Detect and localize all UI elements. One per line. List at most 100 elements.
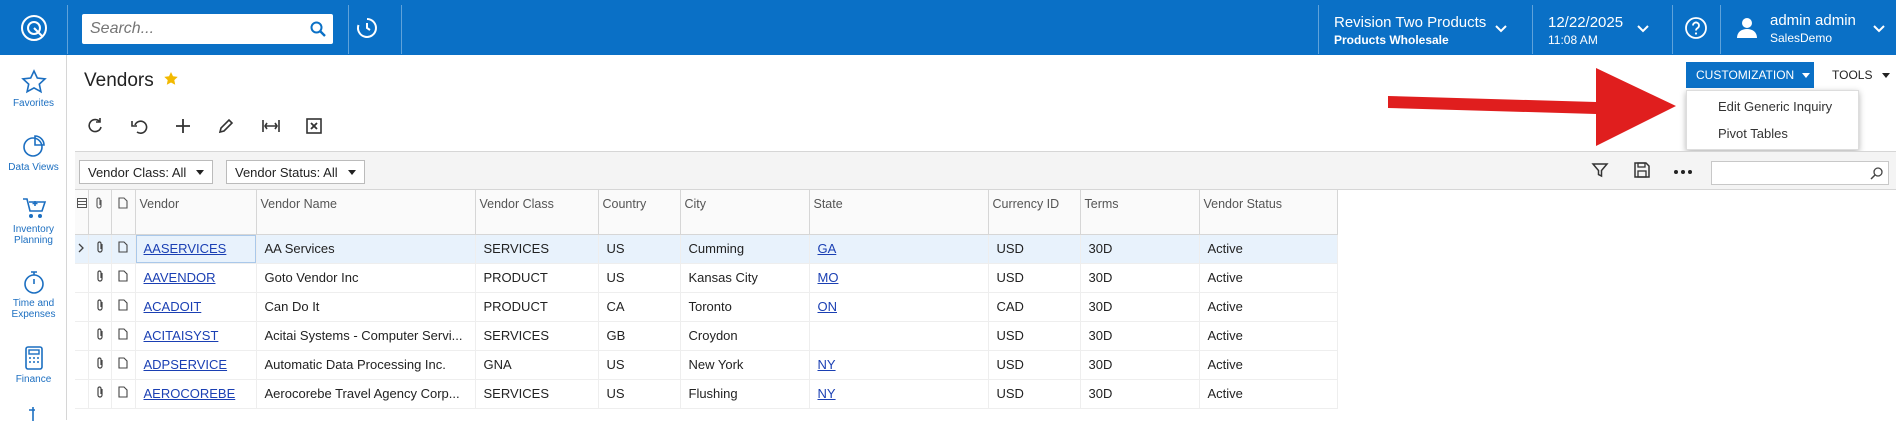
column-header-vendor-status[interactable]: Vendor Status xyxy=(1199,190,1338,235)
search-box[interactable] xyxy=(82,14,333,44)
vendor-status-filter[interactable]: Vendor Status: All xyxy=(226,160,365,184)
column-header-city[interactable]: City xyxy=(680,190,810,235)
user-avatar-icon[interactable] xyxy=(1736,16,1758,38)
row-note[interactable] xyxy=(111,263,136,293)
paperclip-icon xyxy=(96,386,103,398)
state-link[interactable]: NY xyxy=(818,357,836,372)
table-row[interactable]: ACADOIT Can Do It PRODUCT CA Toronto ON CAD 30D… xyxy=(75,292,1338,322)
row-indicator[interactable] xyxy=(75,379,89,409)
state-link[interactable]: NY xyxy=(818,386,836,401)
table-cell[interactable]: GA xyxy=(809,234,989,264)
column-header-currency-id[interactable]: Currency ID xyxy=(988,190,1081,235)
table-row[interactable]: ACITAISYST Acitai Systems - Computer Serv… xyxy=(75,321,1338,351)
note-icon xyxy=(118,270,128,282)
row-attachment[interactable] xyxy=(88,234,112,264)
history-button[interactable] xyxy=(349,10,385,46)
row-select-header[interactable] xyxy=(75,190,89,235)
column-header-terms[interactable]: Terms xyxy=(1080,190,1200,235)
table-cell[interactable]: MO xyxy=(809,263,989,293)
table-cell: Kansas City xyxy=(680,263,810,293)
column-header-country[interactable]: Country xyxy=(598,190,681,235)
chevron-down-icon[interactable] xyxy=(1872,24,1886,34)
vendor-id-link[interactable]: AAVENDOR xyxy=(144,270,216,285)
row-note[interactable] xyxy=(111,292,136,322)
chevron-right-icon xyxy=(78,243,85,253)
table-cell[interactable]: AAVENDOR xyxy=(135,263,257,293)
export-excel-button[interactable] xyxy=(302,114,326,138)
row-indicator[interactable] xyxy=(75,263,89,293)
vendor-id-link[interactable]: AASERVICES xyxy=(144,241,227,256)
vendor-class-filter[interactable]: Vendor Class: All xyxy=(79,160,214,184)
edit-button[interactable] xyxy=(214,114,238,138)
user-menu[interactable]: admin admin SalesDemo xyxy=(1770,12,1856,45)
menu-item-edit-generic-inquiry[interactable]: Edit Generic Inquiry xyxy=(1718,99,1832,114)
row-note[interactable] xyxy=(111,234,136,264)
help-button[interactable] xyxy=(1684,16,1708,45)
tools-button[interactable]: TOOLS xyxy=(1832,68,1890,82)
star-icon xyxy=(20,69,47,94)
customization-button[interactable]: CUSTOMIZATION xyxy=(1686,62,1814,88)
column-header-vendor-class[interactable]: Vendor Class xyxy=(475,190,599,235)
row-attachment[interactable] xyxy=(88,321,112,351)
table-cell[interactable]: ADPSERVICE xyxy=(135,350,257,380)
vendor-id-link[interactable]: AEROCOREBE xyxy=(144,386,236,401)
chevron-down-icon[interactable] xyxy=(1636,24,1650,34)
vendor-id-link[interactable]: ACITAISYST xyxy=(144,328,219,343)
row-attachment[interactable] xyxy=(88,379,112,409)
vendor-id-link[interactable]: ADPSERVICE xyxy=(144,357,228,372)
save-icon[interactable] xyxy=(1633,161,1651,179)
table-row[interactable]: AEROCOREBE Aerocorebe Travel Agency Corp.… xyxy=(75,379,1338,409)
row-note[interactable] xyxy=(111,321,136,351)
row-attachment[interactable] xyxy=(88,263,112,293)
business-date[interactable]: 12/22/2025 11:08 AM xyxy=(1548,14,1623,47)
table-cell[interactable] xyxy=(809,321,989,351)
more-modules-icon[interactable] xyxy=(20,407,46,421)
search-input[interactable] xyxy=(90,20,300,38)
row-indicator[interactable] xyxy=(75,350,89,380)
table-cell[interactable]: AASERVICES xyxy=(135,234,257,264)
menu-item-pivot-tables[interactable]: Pivot Tables xyxy=(1718,126,1788,141)
table-cell[interactable]: AEROCOREBE xyxy=(135,379,257,409)
company-selector[interactable]: Revision Two Products Products Wholesale xyxy=(1334,14,1486,47)
add-button[interactable] xyxy=(171,114,195,138)
fit-columns-button[interactable] xyxy=(259,114,283,138)
filter-icon[interactable] xyxy=(1591,161,1609,179)
favorite-star-icon[interactable] xyxy=(163,71,179,87)
row-indicator[interactable] xyxy=(75,234,89,264)
table-cell[interactable]: NY xyxy=(809,379,989,409)
more-options-icon[interactable] xyxy=(1673,168,1693,176)
sidebar-item-finance[interactable]: Finance xyxy=(0,345,67,385)
sidebar-item-favorites[interactable]: Favorites xyxy=(0,69,67,109)
logo[interactable] xyxy=(0,0,67,55)
table-row[interactable]: AASERVICES AA Services SERVICES US Cumming GA… xyxy=(75,234,1338,264)
column-header-state[interactable]: State xyxy=(809,190,989,235)
row-attachment[interactable] xyxy=(88,350,112,380)
column-header-vendor-name[interactable]: Vendor Name xyxy=(256,190,476,235)
state-link[interactable]: ON xyxy=(818,299,838,314)
refresh-button[interactable] xyxy=(83,114,107,138)
vendor-id-link[interactable]: ACADOIT xyxy=(144,299,202,314)
table-cell[interactable]: ACADOIT xyxy=(135,292,257,322)
table-cell[interactable]: ACITAISYST xyxy=(135,321,257,351)
state-link[interactable]: GA xyxy=(818,241,837,256)
sidebar-item-time-and-expenses[interactable]: Time and Expenses xyxy=(0,269,67,320)
row-note[interactable] xyxy=(111,379,136,409)
row-indicator[interactable] xyxy=(75,292,89,322)
table-cell[interactable]: ON xyxy=(809,292,989,322)
table-cell[interactable]: NY xyxy=(809,350,989,380)
row-attachment[interactable] xyxy=(88,292,112,322)
search-icon[interactable] xyxy=(309,20,327,43)
grid-search-input[interactable] xyxy=(1711,161,1889,185)
table-row[interactable]: ADPSERVICE Automatic Data Processing Inc.… xyxy=(75,350,1338,380)
search-icon[interactable] xyxy=(1870,166,1884,180)
column-header-vendor[interactable]: Vendor xyxy=(135,190,257,235)
sidebar-item-data-views[interactable]: Data Views xyxy=(0,133,67,173)
state-link[interactable]: MO xyxy=(818,270,839,285)
sidebar-item-inventory-planning[interactable]: Inventory Planning xyxy=(0,195,67,246)
table-row[interactable]: AAVENDOR Goto Vendor Inc PRODUCT US Kansas C… xyxy=(75,263,1338,293)
row-note[interactable] xyxy=(111,350,136,380)
row-indicator[interactable] xyxy=(75,321,89,351)
table-cell: USD xyxy=(988,350,1081,380)
chevron-down-icon[interactable] xyxy=(1494,24,1508,34)
undo-button[interactable] xyxy=(127,114,151,138)
